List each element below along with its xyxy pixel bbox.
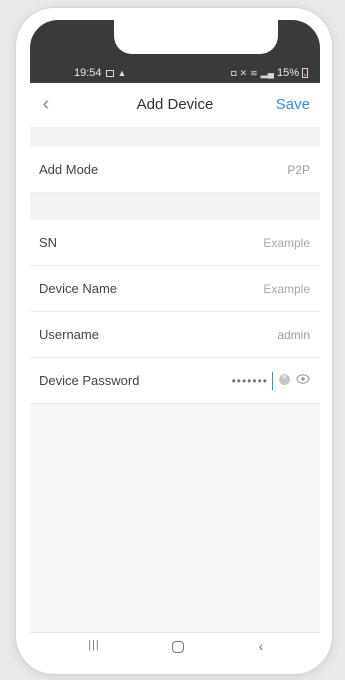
device-password-row: Device Password [30,358,320,404]
save-button[interactable]: Save [276,96,310,113]
status-time: 19:54 [74,67,102,79]
mute-icon: ✕ [239,67,248,78]
section-gap [30,193,320,220]
status-left: 19:54 ▲ [74,67,126,79]
device-name-input[interactable] [190,279,310,299]
sn-input[interactable] [190,233,310,253]
screen: 19:54 ▲ ◘ ✕ ≋ ▂▄ 15% ‹ Add Device Save A… [30,20,320,660]
system-nav-bar: ||| ‹ [30,632,320,660]
gallery-icon [105,69,114,77]
username-input[interactable] [190,325,310,345]
alarm-icon: ◘ [231,68,237,78]
signal-icon: ▂▄ [260,67,274,78]
phone-notch [114,20,278,54]
device-name-label: Device Name [39,281,118,296]
nav-back-icon[interactable]: ‹ [251,639,271,655]
home-icon[interactable] [168,639,188,655]
device-name-row: Device Name [30,266,320,312]
sn-label: SN [39,235,58,250]
username-label: Username [39,327,99,342]
device-password-label: Device Password [39,373,140,388]
add-mode-value[interactable]: P2P [287,163,310,177]
section-gap [30,127,320,147]
device-password-input[interactable] [198,371,268,391]
add-mode-row[interactable]: Add Mode P2P [30,147,320,193]
notification-icon: ▲ [117,68,127,78]
empty-content-area [30,404,320,636]
add-mode-label: Add Mode [39,162,99,177]
battery-percent: 15% [276,67,299,79]
sn-row: SN [30,220,320,266]
status-right: ◘ ✕ ≋ ▂▄ 15% [231,67,308,79]
eye-icon[interactable] [296,373,310,385]
clear-icon[interactable] [279,372,290,385]
header-bar: ‹ Add Device Save [30,83,320,127]
wifi-icon: ≋ [250,67,258,78]
username-row: Username [30,312,320,358]
phone-frame: 19:54 ▲ ◘ ✕ ≋ ▂▄ 15% ‹ Add Device Save A… [16,8,332,674]
battery-icon [302,68,308,78]
recent-apps-icon[interactable]: ||| [84,639,104,655]
text-cursor [272,372,273,390]
